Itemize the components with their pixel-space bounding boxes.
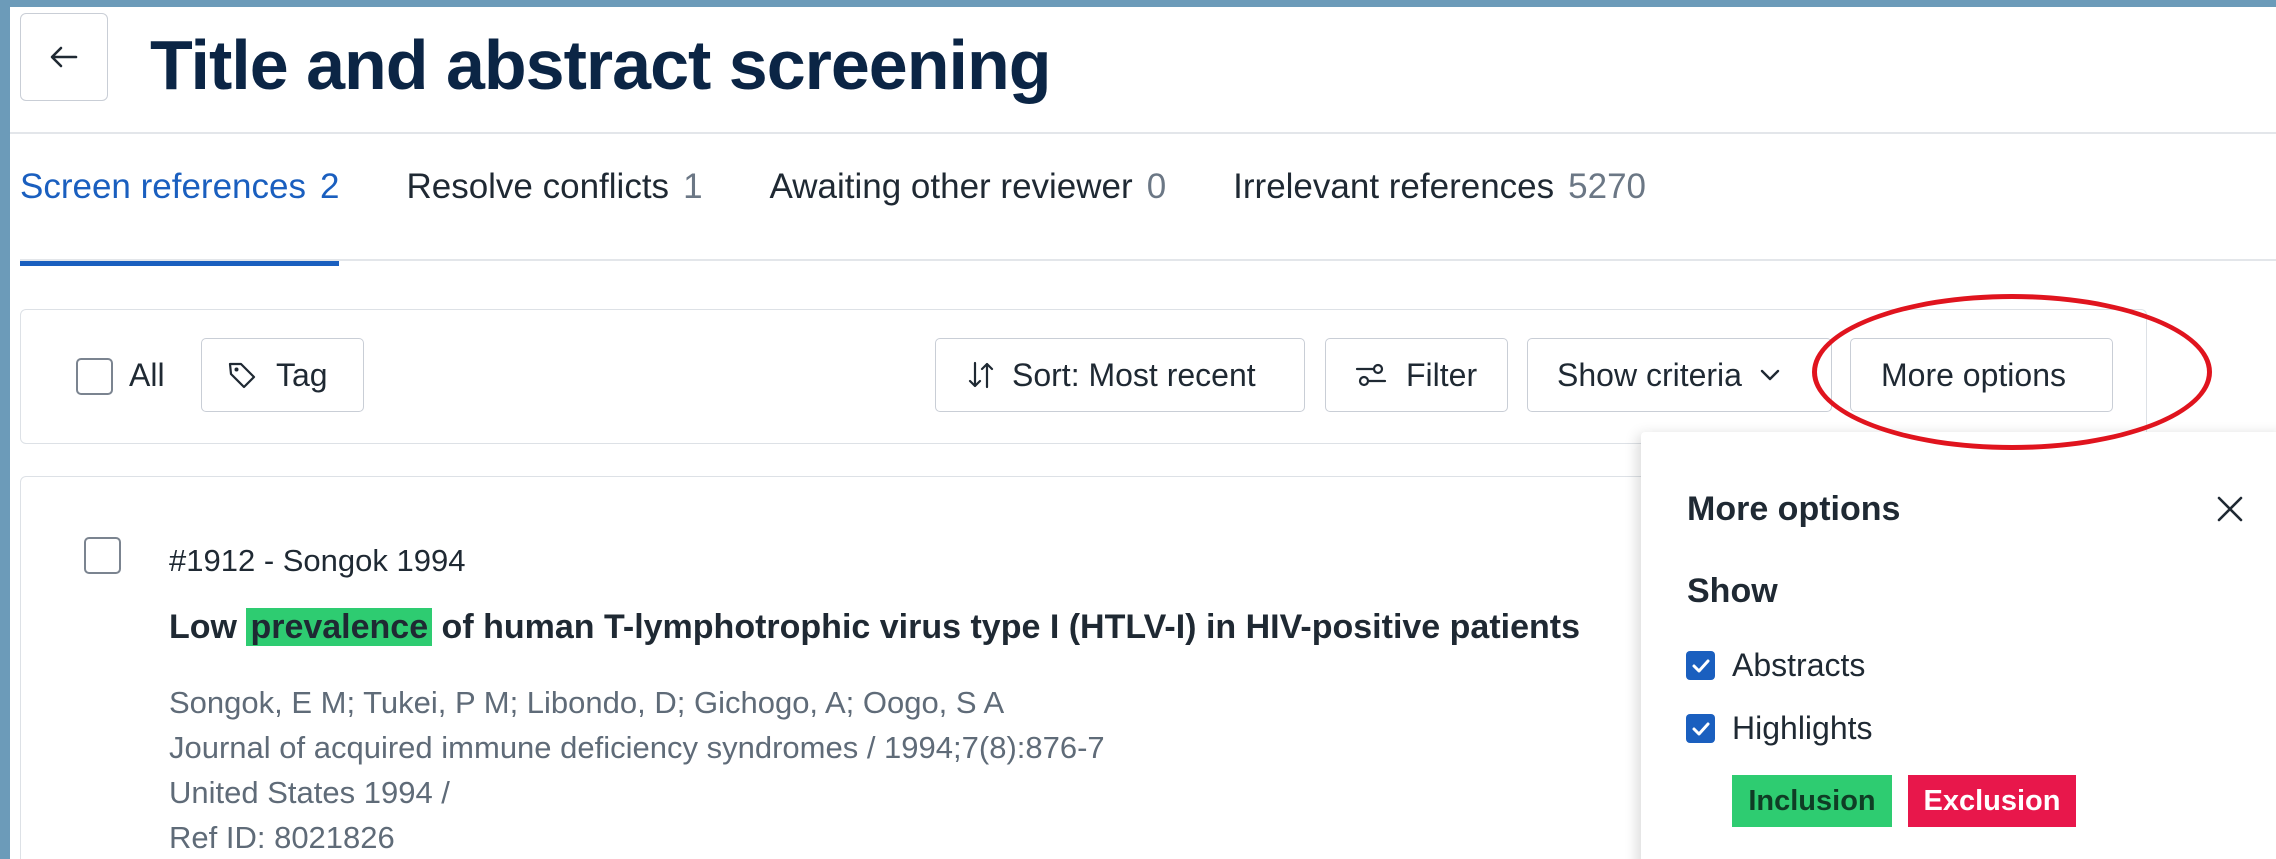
filter-button-label: Filter [1406,356,1478,393]
select-all-label: All [129,357,165,393]
tab-irrelevant-references[interactable]: Irrelevant references 5270 [1233,167,1646,267]
select-all-checkbox[interactable] [76,358,113,395]
highlights-label: Highlights [1732,710,1873,746]
header-divider [10,132,2276,134]
title-text-before: Low [169,608,247,646]
tab-screen-references[interactable]: Screen references 2 [20,167,340,267]
tag-icon [228,362,256,389]
more-options-label: More options [1881,356,2066,393]
sort-button-label: Sort: Most recent [1012,356,1256,393]
chevron-down-icon [1760,369,1780,381]
reference-journal: Journal of acquired immune deficiency sy… [169,730,1105,765]
tab-awaiting-other-reviewer[interactable]: Awaiting other reviewer 0 [770,167,1167,267]
highlighted-keyword: prevalence [246,608,433,646]
exclusion-highlight-chip[interactable]: Exclusion [1908,775,2076,827]
reference-toolbar: All Tag Sort: Most recent Filter Show cr… [20,309,2147,444]
check-icon [1692,722,1709,735]
sort-button[interactable]: Sort: Most recent [935,338,1305,412]
highlights-checkbox[interactable] [1686,714,1715,743]
tag-button[interactable]: Tag [201,338,364,412]
reference-id: #1912 - Songok 1994 [169,543,466,578]
show-heading: Show [1687,572,1778,610]
back-button[interactable] [20,13,108,101]
inclusion-highlight-chip[interactable]: Inclusion [1732,775,1892,827]
tab-label: Irrelevant references [1233,167,1555,206]
back-arrow-icon [50,46,78,68]
tab-count: 0 [1146,167,1167,206]
tab-count: 5270 [1568,167,1647,206]
reference-title[interactable]: Low prevalence of human T-lymphotrophic … [169,608,1580,647]
more-options-panel: More options Show Abstracts Highlights I… [1641,432,2276,859]
more-options-button[interactable]: More options [1850,338,2113,412]
tab-resolve-conflicts[interactable]: Resolve conflicts 1 [406,167,702,267]
tab-label: Awaiting other reviewer [769,167,1133,206]
tab-count: 1 [683,167,703,206]
check-icon [1692,659,1709,672]
tab-count: 2 [319,167,340,206]
abstracts-label: Abstracts [1732,647,1866,683]
tab-label: Screen references [20,167,306,206]
show-criteria-dropdown[interactable]: Show criteria [1527,338,1832,412]
sort-icon [968,361,994,389]
tag-button-label: Tag [276,356,328,393]
tab-bar: Screen references 2 Resolve conflicts 1 … [20,167,1713,267]
filter-button[interactable]: Filter [1325,338,1508,412]
tab-label: Resolve conflicts [406,167,670,206]
reference-country-year: United States 1994 / [169,775,450,810]
abstracts-checkbox[interactable] [1686,651,1715,680]
reference-authors: Songok, E M; Tukei, P M; Libondo, D; Gic… [169,685,1005,720]
filter-icon [1355,363,1387,387]
tabs-divider [20,259,2276,261]
screening-page: Title and abstract screening Screen refe… [10,7,2276,859]
title-text-after: of human T-lymphotrophic virus type I (H… [432,608,1581,646]
close-icon[interactable] [2211,490,2249,528]
reference-ref-id: Ref ID: 8021826 [169,820,395,855]
panel-title: More options [1687,490,1901,528]
page-title: Title and abstract screening [150,26,1051,104]
reference-checkbox[interactable] [84,537,121,574]
show-criteria-label: Show criteria [1557,356,1742,393]
